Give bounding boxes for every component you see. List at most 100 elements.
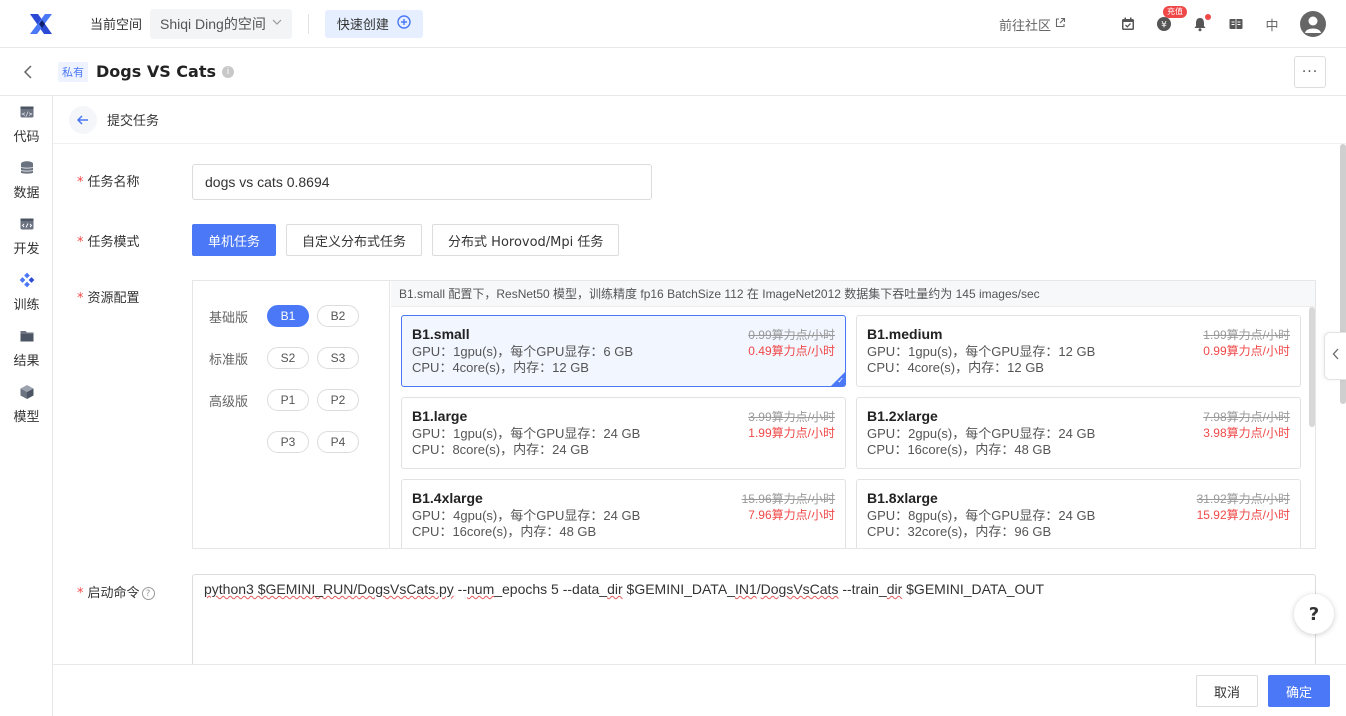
language-label: 中 [1265,18,1279,34]
discount-price: 7.96算力点/小时 [748,508,835,522]
sidebar-item-models[interactable]: 模型 [0,376,53,432]
task-mode-group: 单机任务 自定义分布式任务 分布式 Horovod/Mpi 任务 [192,224,620,256]
task-name-input[interactable]: dogs vs cats 0.8694 [192,164,652,200]
community-link[interactable]: 前往社区 [999,15,1066,34]
task-mode-label: * 任务模式 [77,235,140,250]
more-button[interactable]: ··· [1294,56,1326,88]
sidebar-item-label: 数据 [13,185,40,201]
chevron-down-icon [272,16,282,31]
check-icon: ✓ [837,376,844,385]
sidebar-item-label: 模型 [13,409,40,425]
spec-card-b1-medium[interactable]: B1.medium GPU：1gpu(s)，每个GPU显存：12 GB CPU：… [856,315,1301,387]
training-icon [19,272,35,292]
spec-card-b1-small[interactable]: B1.small GPU：1gpu(s)，每个GPU显存：6 GB CPU：4c… [401,315,846,387]
spec-card-b1-2xlarge[interactable]: B1.2xlarge GPU：2gpu(s)，每个GPU显存：24 GB CPU… [856,397,1301,469]
space-selector[interactable]: Shiqi Ding的空间 [150,8,292,39]
tier-selector: 基础版 B1 B2 标准版 S2 S3 高级版 P1 P2 P3 P4 [193,281,390,548]
avatar[interactable] [1300,11,1326,37]
tier-p2-button[interactable]: P2 [317,389,359,411]
tier-b1-button[interactable]: B1 [267,305,309,327]
book-icon[interactable] [1218,16,1254,32]
recharge-icon[interactable]: 充值 ¥ [1146,6,1187,32]
sidebar-item-label: 训练 [13,297,40,313]
tier-p3-button[interactable]: P3 [267,431,309,453]
discount-price: 1.99算力点/小时 [748,426,835,440]
database-icon [19,160,35,180]
chevron-left-icon [1332,348,1340,364]
logo-icon[interactable] [26,9,56,39]
sidebar-item-code[interactable]: </> 代码 [0,96,53,152]
quick-create-label: 快速创建 [336,18,389,33]
space-label: 当前空间 [90,18,143,33]
tier-p4-button[interactable]: P4 [317,431,359,453]
bell-icon[interactable] [1182,14,1218,32]
space-name: Shiqi Ding的空间 [160,15,266,32]
sidebar-item-dev[interactable]: 开发 [0,208,53,264]
community-label: 前往社区 [998,18,1051,34]
command-textarea[interactable]: python3 $GEMINI_RUN/DogsVsCats.py --num_… [192,574,1316,674]
tier-row-advanced: 高级版 P1 P2 [209,389,367,411]
discount-price: 3.98算力点/小时 [1203,426,1290,440]
divider [307,13,309,34]
discount-price: 0.99算力点/小时 [1203,344,1290,358]
original-price: 31.92算力点/小时 [1196,492,1290,506]
tier-p1-button[interactable]: P1 [267,389,309,411]
cancel-button[interactable]: 取消 [1196,675,1258,707]
sidebar-item-results[interactable]: 结果 [0,320,53,376]
mode-single-button[interactable]: 单机任务 [192,224,277,256]
confirm-button[interactable]: 确定 [1268,675,1330,707]
discount-price: 0.49算力点/小时 [748,344,835,358]
private-tag: 私有 [58,61,88,82]
mode-custom-distributed-button[interactable]: 自定义分布式任务 [286,224,423,256]
mode-horovod-button[interactable]: 分布式 Horovod/Mpi 任务 [432,224,620,256]
original-price: 0.99算力点/小时 [748,328,835,342]
tier-b2-button[interactable]: B2 [317,305,359,327]
svg-text:¥: ¥ [1161,21,1167,31]
chevron-left-icon[interactable] [20,64,36,80]
sidebar-item-label: 结果 [13,353,40,369]
language-switch[interactable]: 中 [1254,15,1290,34]
discount-price: 15.92算力点/小时 [1196,508,1290,522]
task-name-label: * 任务名称 [77,175,140,190]
resource-label: * 资源配置 [77,291,140,306]
spec-benchmark-note: B1.small 配置下，ResNet50 模型，训练精度 fp16 Batch… [391,281,1315,307]
project-title: Dogs VS Cats [96,62,217,81]
spec-list: B1.small GPU：1gpu(s)，每个GPU显存：6 GB CPU：4c… [391,307,1315,548]
original-price: 7.98算力点/小时 [1203,410,1290,424]
more-icon: ··· [1301,64,1319,80]
breadcrumb: 提交任务 [53,96,1346,144]
notification-dot [1205,14,1211,20]
tier-row-advanced-2: P3 P4 [209,431,367,453]
arrow-left-icon[interactable] [69,105,97,134]
calendar-icon[interactable] [1110,16,1146,32]
original-price: 1.99算力点/小时 [1203,328,1290,342]
info-icon[interactable]: i [222,65,235,78]
original-price: 15.96算力点/小时 [741,492,835,506]
topbar-right: 前往社区 充值 ¥ 中 [999,0,1326,48]
spec-card-b1-8xlarge[interactable]: B1.8xlarge GPU：8gpu(s)，每个GPU显存：24 GB CPU… [856,479,1301,548]
project-title-bar: 私有 Dogs VS Cats i ··· [0,48,1346,96]
tier-s2-button[interactable]: S2 [267,347,309,369]
tier-s3-button[interactable]: S3 [317,347,359,369]
help-icon[interactable]: ? [141,587,155,600]
external-link-icon [1055,17,1066,32]
plus-circle-icon [397,14,411,33]
code-icon: </> [19,104,35,124]
sidebar-item-data[interactable]: 数据 [0,152,53,208]
panel-toggle-button[interactable] [1324,332,1346,380]
spec-card-b1-large[interactable]: B1.large GPU：1gpu(s)，每个GPU显存：24 GB CPU：8… [401,397,846,469]
spec-card-b1-4xlarge[interactable]: B1.4xlarge GPU：4gpu(s)，每个GPU显存：24 GB CPU… [401,479,846,548]
resource-config-panel: 基础版 B1 B2 标准版 S2 S3 高级版 P1 P2 P3 P4 B1.s… [192,280,1316,549]
help-float-button[interactable]: ? [1294,594,1334,634]
main-content: 提交任务 * 任务名称 dogs vs cats 0.8694 * 任务模式 单机任… [53,96,1346,716]
tier-row-basic: 基础版 B1 B2 [209,305,367,327]
breadcrumb-label: 提交任务 [107,114,160,129]
cube-icon [19,384,35,404]
quick-create-button[interactable]: 快速创建 [324,9,423,38]
spec-list-scrollbar[interactable] [1309,307,1315,427]
top-bar: 当前空间 Shiqi Ding的空间 快速创建 前往社区 充值 ¥ 中 [0,0,1346,48]
dev-icon [19,216,35,236]
sidebar-item-training[interactable]: 训练 [0,264,53,320]
sidebar-item-label: 开发 [13,241,40,257]
tier-row-standard: 标准版 S2 S3 [209,347,367,369]
